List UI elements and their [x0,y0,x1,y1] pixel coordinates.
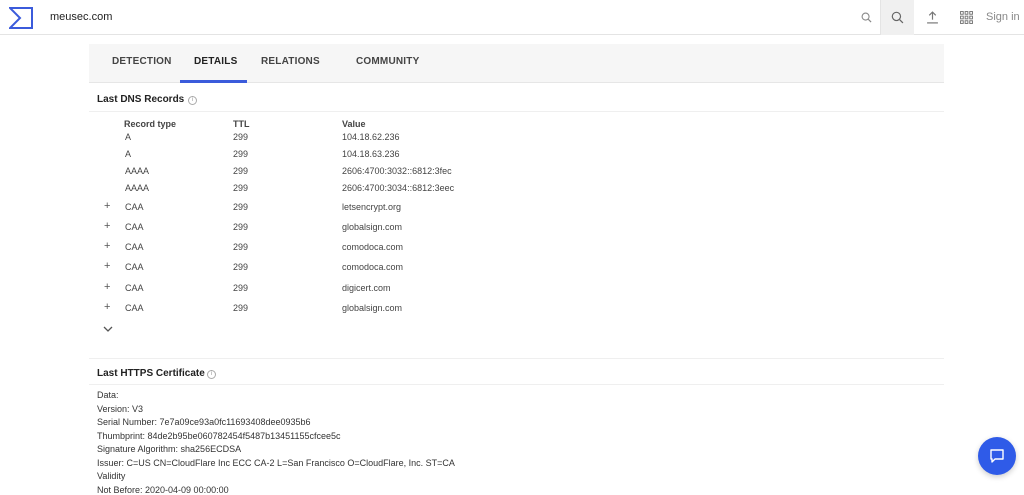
column-header-record-type: Record type [124,119,177,129]
record-type-cell: CAA [125,242,144,252]
certificate-line: Serial Number: 7e7a09ce93a0fc11693408dee… [97,417,311,427]
expand-row-icon[interactable]: + [104,301,110,313]
value-cell: digicert.com [342,283,391,293]
ttl-cell: 299 [233,242,249,252]
table-row[interactable]: + CAA 299 globalsign.com [0,301,1024,319]
expand-row-icon[interactable]: + [104,281,110,293]
tab-detection[interactable]: DETECTION [112,56,172,67]
divider [89,384,944,385]
info-icon[interactable]: i [188,96,197,105]
expand-row-icon[interactable]: + [104,260,110,272]
upload-icon[interactable] [916,0,948,35]
table-row: A 299 104.18.62.236 [0,132,1024,148]
value-cell: globalsign.com [342,222,403,232]
record-type-cell: A [125,132,132,142]
table-row: AAAA 299 2606:4700:3032::6812:3fec [0,166,1024,182]
record-type-cell: CAA [125,222,144,232]
tab-details[interactable]: DETAILS [194,56,237,67]
table-row: AAAA 299 2606:4700:3034::6812:3eec [0,183,1024,199]
value-cell: 2606:4700:3032::6812:3fec [342,166,452,176]
top-bar: meusec.com Sign in [0,0,1024,35]
expand-row-icon[interactable]: + [104,220,110,232]
table-row[interactable]: + CAA 299 globalsign.com [0,220,1024,238]
certificate-section-title: Last HTTPS Certificate [97,368,205,379]
record-type-cell: CAA [125,303,144,313]
tab-relations[interactable]: RELATIONS [261,56,320,67]
virustotal-logo-icon[interactable] [9,6,33,30]
tab-community[interactable]: COMMUNITY [356,56,419,67]
certificate-line: Validity [97,471,126,481]
ttl-cell: 299 [233,262,249,272]
dns-section-title: Last DNS Records [97,94,185,105]
value-cell: 2606:4700:3034::6812:3eec [342,183,455,193]
search-icon [891,11,904,24]
value-cell: comodoca.com [342,242,404,252]
certificate-line: Not Before: 2020-04-09 00:00:00 [97,484,229,495]
certificate-line: Data: [97,390,119,400]
column-header-value: Value [342,119,366,129]
record-type-cell: CAA [125,202,144,212]
value-cell: globalsign.com [342,303,403,313]
ttl-cell: 299 [233,183,249,193]
value-cell: letsencrypt.org [342,202,402,212]
search-button[interactable] [880,0,914,35]
record-type-cell: CAA [125,283,144,293]
chat-button[interactable] [978,437,1016,475]
value-cell: 104.18.63.236 [342,149,400,159]
ttl-cell: 299 [233,166,249,176]
ttl-cell: 299 [233,283,249,293]
apps-grid-icon[interactable] [950,0,982,35]
expand-row-icon[interactable]: + [104,240,110,252]
table-row[interactable]: + CAA 299 comodoca.com [0,260,1024,278]
table-row[interactable]: + CAA 299 digicert.com [0,281,1024,299]
tab-bar: DETECTION DETAILS RELATIONS COMMUNITY [89,44,944,83]
table-row[interactable]: + CAA 299 comodoca.com [0,240,1024,258]
record-type-cell: CAA [125,262,144,272]
active-tab-indicator [180,80,247,83]
info-icon[interactable]: i [207,370,216,379]
ttl-cell: 299 [233,132,249,142]
column-header-ttl: TTL [233,119,250,129]
divider [89,358,944,359]
certificate-line: Thumbprint: 84de2b95be060782454f5487b134… [97,430,341,441]
certificate-line: Issuer: C=US CN=CloudFlare Inc ECC CA-2 … [97,457,455,468]
chevron-down-icon[interactable] [103,325,113,333]
ttl-cell: 299 [233,149,249,159]
expand-row-icon[interactable]: + [104,200,110,212]
sign-in-link[interactable]: Sign in [986,11,1020,23]
chat-icon [990,449,1004,463]
value-cell: 104.18.62.236 [342,132,400,142]
record-type-cell: AAAA [125,166,150,176]
search-icon[interactable] [850,0,882,35]
record-type-cell: A [125,149,132,159]
certificate-line: Signature Algorithm: sha256ECDSA [97,444,242,454]
certificate-line: Version: V3 [97,403,144,414]
ttl-cell: 299 [233,222,249,232]
table-row[interactable]: + CAA 299 letsencrypt.org [0,200,1024,218]
ttl-cell: 299 [233,202,249,212]
table-row: A 299 104.18.63.236 [0,149,1024,165]
divider [89,111,944,112]
ttl-cell: 299 [233,303,249,313]
value-cell: comodoca.com [342,262,404,272]
search-input[interactable]: meusec.com [50,11,112,23]
record-type-cell: AAAA [125,183,150,193]
